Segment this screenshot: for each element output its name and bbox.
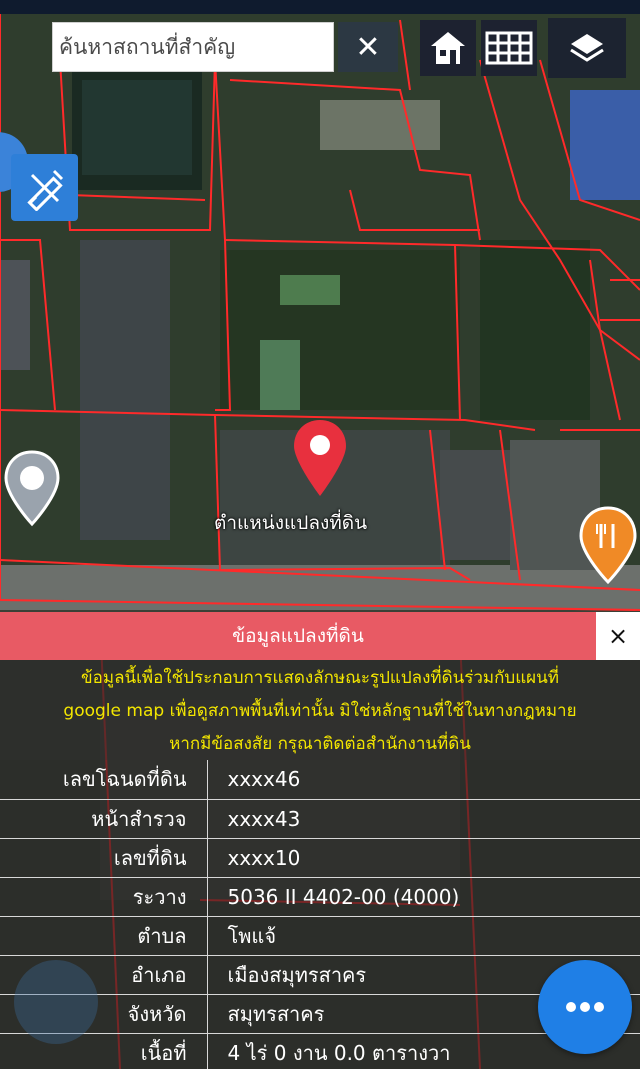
table-row: ระวาง 5036 II 4402-00 (4000): [0, 877, 640, 917]
parcel-location-pin[interactable]: [292, 418, 348, 498]
layers-button[interactable]: [548, 18, 626, 78]
row-label: หน้าสำรวจ: [0, 799, 208, 839]
row-value: xxxx10: [207, 838, 640, 878]
panel-close-button[interactable]: ×: [596, 612, 640, 660]
ruler-pencil-icon: [26, 169, 63, 211]
row-value: xxxx46: [207, 760, 640, 800]
table-row: หน้าสำรวจ xxxx43: [0, 799, 640, 839]
restaurant-icon: [579, 506, 637, 585]
map-pin-icon: [294, 420, 346, 496]
notice-line: google map เพื่อดูสภาพพื้นที่เท่านั้น มิ…: [63, 701, 577, 721]
notice-line: ข้อมูลนี้เพื่อใช้ประกอบการแสดงลักษณะรูปแ…: [81, 668, 559, 688]
close-icon: ✕: [355, 29, 381, 65]
layers-icon: [570, 34, 604, 62]
row-label: ระวาง: [0, 877, 208, 917]
search-input[interactable]: [53, 23, 333, 71]
row-label: เลขโฉนดที่ดิน: [0, 760, 208, 800]
row-value: 5036 II 4402-00 (4000): [207, 877, 640, 917]
table-row: เนื้อที่ 4 ไร่ 0 งาน 0.0 ตารางวา: [0, 1033, 640, 1069]
row-label: เนื้อที่: [0, 1033, 208, 1069]
more-dots-icon: [566, 1002, 604, 1012]
location-pin-icon: [4, 450, 60, 527]
row-label: ตำบล: [0, 916, 208, 956]
status-bar: [0, 0, 640, 14]
table-row: เลขโฉนดที่ดิน xxxx46: [0, 760, 640, 800]
row-value: โพแจ้: [207, 916, 640, 956]
search-box[interactable]: [52, 22, 334, 72]
restaurant-marker[interactable]: [577, 506, 639, 586]
grid-button[interactable]: [481, 20, 537, 76]
table-row: เลขที่ดิน xxxx10: [0, 838, 640, 878]
parcel-location-label: ตำแหน่งแปลงที่ดิน: [214, 512, 368, 534]
notice-line: หากมีข้อสงสัย กรุณาติดต่อสำนักงานที่ดิน: [169, 734, 471, 754]
grid-icon: [485, 31, 533, 65]
row-value: xxxx43: [207, 799, 640, 839]
measure-tool-button[interactable]: [11, 154, 78, 221]
home-button[interactable]: [420, 20, 476, 76]
home-icon: [431, 32, 465, 64]
row-label: เลขที่ดิน: [0, 838, 208, 878]
info-button[interactable]: [14, 960, 98, 1044]
disclaimer-notice: ข้อมูลนี้เพื่อใช้ประกอบการแสดงลักษณะรูปแ…: [0, 660, 640, 760]
search-clear-button[interactable]: ✕: [338, 22, 398, 72]
panel-title: ข้อมูลแปลงที่ดิน: [0, 612, 596, 660]
more-options-button[interactable]: [538, 960, 632, 1054]
street-view-button[interactable]: [2, 450, 62, 530]
table-row: ตำบล โพแจ้: [0, 916, 640, 956]
close-icon: ×: [607, 622, 629, 650]
